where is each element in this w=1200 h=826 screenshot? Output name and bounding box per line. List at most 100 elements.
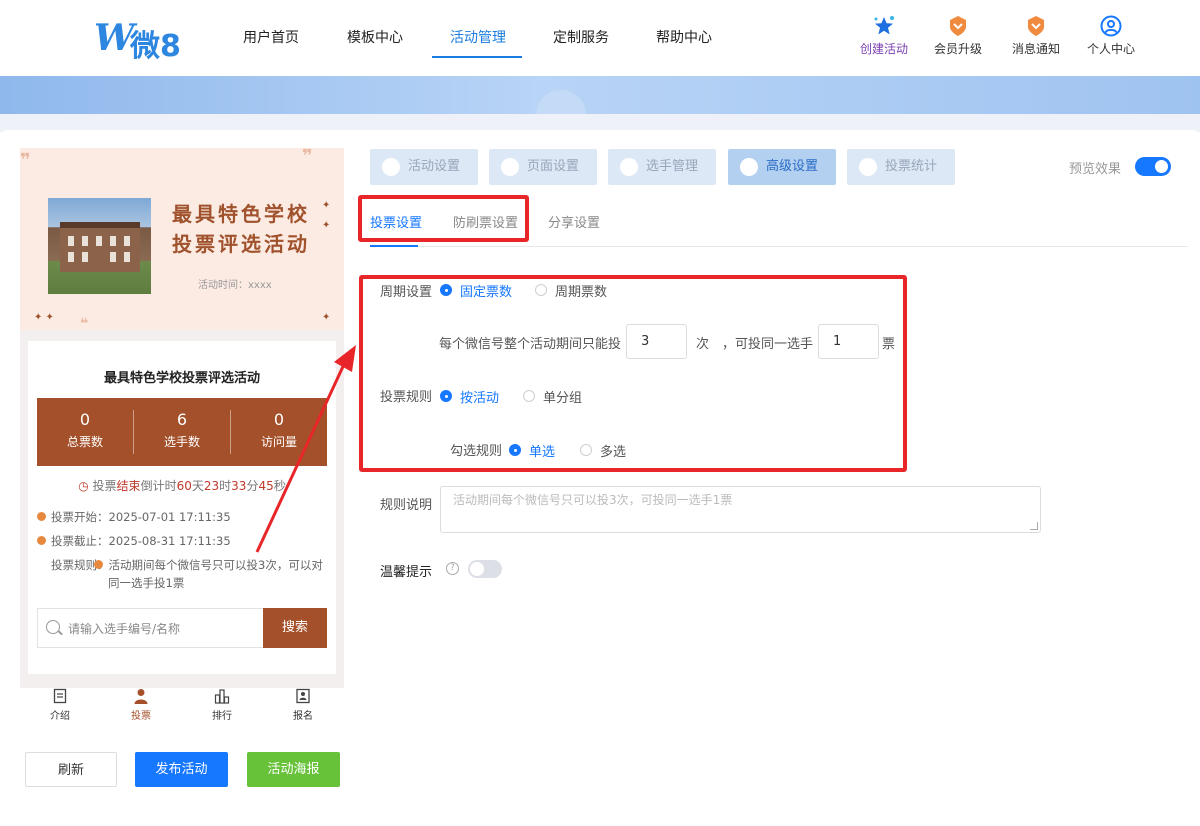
nav-custom-service[interactable]: 定制服务 [553,27,609,47]
info-text: 投票截止：2025-08-31 17:11:35 [51,534,231,548]
person-icon [134,689,148,704]
search-button[interactable]: 搜索 [263,608,327,648]
personal-center-button[interactable]: 个人中心 [1081,14,1141,57]
vote-countdown: ◷ 投票结束倒计时60天23时33分45秒 [28,477,336,494]
tab-label: 介绍 [50,711,70,722]
radio-label: 按活动 [460,391,500,406]
step-vote-statistics[interactable]: 投票统计 [847,149,955,185]
radio-label: 多选 [600,445,627,460]
sparkle-icon: ✦ ✦ [34,312,54,323]
tab-intro[interactable]: 介绍 [30,688,90,722]
list-icon [859,158,877,176]
highlight-box-subtabs [358,195,529,242]
rule-description-textarea[interactable]: 活动期间每个微信号只可以投3次，可投同一选手1票 [440,486,1041,533]
tab-ranking[interactable]: 排行 [192,688,252,722]
step-label: 活动设置 [408,159,461,174]
step-advanced-settings[interactable]: 高级设置 [728,149,836,185]
countdown-minutes: 33 [231,479,247,493]
highlight-box-vote-rules [359,275,907,472]
stats-panel: 0 总票数 6 选手数 0 访问量 [37,398,327,466]
step-label: 页面设置 [527,159,580,174]
document-icon [53,688,67,704]
bar-chart-icon [214,689,230,704]
logo-text: 微8 [130,29,181,64]
tab-share-settings[interactable]: 分享设置 [548,212,600,231]
radio-label: 周期票数 [555,285,608,300]
subtab-active-underline [370,245,418,247]
bullet-icon [94,560,103,569]
step-page-settings[interactable]: 页面设置 [489,149,597,185]
bullet-icon [37,536,46,545]
image-icon [501,158,519,176]
step-contestant-management[interactable]: 选手管理 [608,149,716,185]
user-circle-icon [1100,15,1122,37]
nav-home[interactable]: 用户首页 [243,27,299,47]
tab-signup[interactable]: 报名 [273,688,333,722]
sparkle-icon: ✦ [322,200,331,211]
stat-total-votes: 0 总票数 [37,398,133,466]
vote-limit-input[interactable]: 3 [626,324,687,359]
sparkle-icon: ✦ [322,220,331,231]
tab-label: 排行 [212,711,232,722]
radio-label: 单选 [529,445,556,460]
radio-label: 固定票数 [460,285,513,300]
create-activity-button[interactable]: 创建活动 [854,14,914,57]
banner [0,76,1200,114]
countdown-days: 60 [176,479,192,493]
countdown-hours-unit: 时 [219,479,232,493]
contestant-search[interactable] [37,608,263,648]
logo-mark: W [94,17,134,59]
vote-rule-label: 投票规则 [380,390,433,405]
radio-circle [580,444,592,456]
refresh-button[interactable]: 刷新 [25,752,117,787]
tips-toggle[interactable] [468,560,502,578]
tips-label: 温馨提示 [380,565,433,580]
sparkle-icon: ✦ [322,312,331,323]
profile-card-icon [296,688,310,704]
countdown-seconds-unit: 秒 [273,479,286,493]
stat-label: 访问量 [260,435,297,449]
countdown-prefix: 投票 [92,479,117,493]
radio-circle [535,284,547,296]
subtab-divider [370,246,1188,247]
stat-value: 0 [79,410,91,429]
mobile-preview: ❞ ❞ 最具特色学校 投票评选活动 ✦ ✦ 活动时间：xxxx ✦ ✦ ✦ ❝ … [20,148,344,688]
member-upgrade-label: 会员升级 [933,42,982,56]
nav-help-center[interactable]: 帮助中心 [656,27,712,47]
tab-vote[interactable]: 投票 [111,688,171,722]
help-icon[interactable]: ? [446,562,459,575]
logo[interactable]: W 微8 [94,15,194,64]
quote-mark-icon: ❞ [20,150,31,171]
publish-activity-button[interactable]: 发布活动 [135,752,228,787]
same-contestant-unit: 票 [882,337,896,352]
quote-mark-icon: ❞ [302,148,313,167]
create-activity-label: 创建活动 [859,42,908,56]
countdown-status: 结束 [116,479,141,493]
vote-limit-text: 每个微信号整个活动期间只能投 [439,337,622,352]
notifications-label: 消息通知 [1011,42,1060,56]
nav-templates[interactable]: 模板中心 [347,27,403,47]
activity-poster-button[interactable]: 活动海报 [247,752,340,787]
same-contestant-input[interactable]: 1 [818,324,879,359]
info-vote-start: 投票开始：2025-07-01 17:11:35 [37,508,327,526]
radio-circle [523,390,535,402]
sliders-icon [740,158,758,176]
preview-effect-label: 预览效果 [1069,162,1122,177]
personal-center-label: 个人中心 [1086,42,1135,56]
rule-description-label: 规则说明 [380,498,433,513]
activity-title: 最具特色学校投票评选活动 [103,371,260,386]
stat-contestants: 6 选手数 [134,398,230,466]
nav-activity-management[interactable]: 活动管理 [450,27,506,47]
member-upgrade-button[interactable]: 会员升级 [928,14,988,57]
step-activity-settings[interactable]: 活动设置 [370,149,478,185]
poster-activity-time: 活动时间：xxxx [198,280,272,291]
preview-effect-toggle[interactable] [1135,157,1171,176]
same-contestant-text: ，可投同一选手 [722,337,814,352]
search-input[interactable] [68,619,258,639]
vote-limit-unit: 次 [696,337,710,352]
radio-circle [440,390,452,402]
notifications-button[interactable]: 消息通知 [1006,14,1066,57]
stat-visits: 0 访问量 [231,398,327,466]
tab-label: 投票 [131,711,151,722]
bullet-icon [37,512,46,521]
